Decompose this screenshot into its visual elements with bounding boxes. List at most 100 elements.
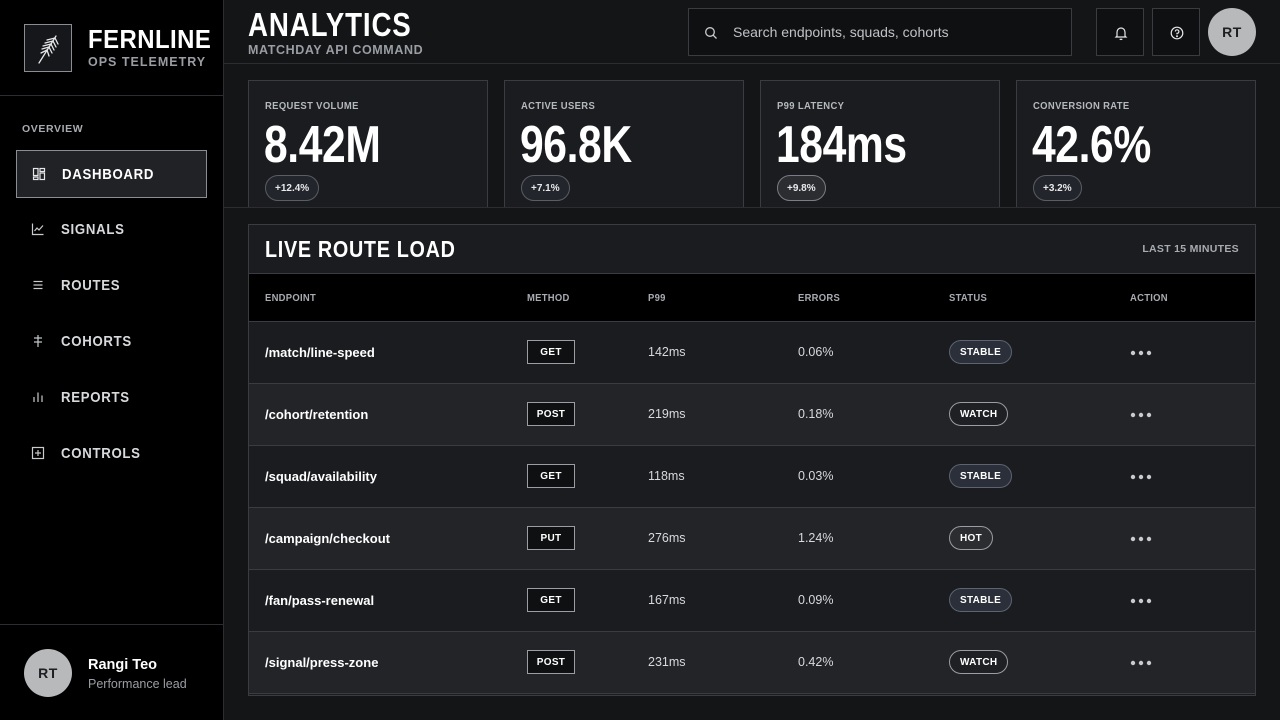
feather-icon[interactable] — [24, 24, 72, 72]
sidebar-item-controls[interactable]: CONTROLS — [16, 430, 207, 478]
more-actions-button[interactable] — [1129, 528, 1155, 550]
endpoint-cell: /campaign/checkout — [265, 531, 390, 546]
p99-cell: 231ms — [648, 655, 686, 669]
sidebar-item-cohorts[interactable]: COHORTS — [16, 318, 207, 366]
avatar[interactable]: RT — [1208, 8, 1256, 56]
page-subtitle: MATCHDAY API COMMAND — [248, 43, 424, 57]
status-badge: STABLE — [949, 340, 1013, 364]
sidebar-item-label: ROUTES — [61, 277, 121, 294]
user-name: Rangi Teo — [88, 657, 158, 673]
p99-cell: 118ms — [648, 469, 685, 483]
page-title: ANALYTICS — [248, 6, 412, 43]
brand-subtitle: OPS TELEMETRY — [88, 55, 207, 69]
more-actions-button[interactable] — [1129, 466, 1155, 488]
endpoint-cell: /match/line-speed — [265, 345, 375, 360]
errors-cell: 0.18% — [798, 407, 834, 421]
p99-cell: 219ms — [648, 407, 686, 421]
more-horizontal-icon — [1130, 536, 1152, 542]
sidebar-item-label: CONTROLS — [61, 445, 141, 462]
p99-cell: 142ms — [648, 345, 686, 359]
kpi-value: 42.6% — [1032, 116, 1151, 174]
kpi-change-badge: +3.2% — [1033, 175, 1082, 201]
endpoint-cell: /fan/pass-renewal — [265, 593, 375, 608]
errors-cell: 0.42% — [798, 655, 834, 669]
more-actions-button[interactable] — [1129, 342, 1155, 364]
kpi-label: P99 LATENCY — [777, 100, 845, 112]
column-header-endpoint[interactable]: ENDPOINT — [265, 292, 316, 304]
status-badge: STABLE — [949, 464, 1013, 488]
more-horizontal-icon — [1130, 660, 1152, 666]
search-box[interactable] — [688, 8, 1072, 56]
errors-cell: 0.03% — [798, 469, 834, 483]
table-row[interactable]: /cohort/retention POST 219ms 0.18% WATCH — [249, 384, 1255, 446]
nav-section-label: OVERVIEW — [22, 123, 84, 135]
sidebar-item-signals[interactable]: SIGNALS — [16, 206, 207, 254]
table-row[interactable]: /match/line-speed GET 142ms 0.06% STABLE — [249, 322, 1255, 384]
column-header-p99[interactable]: P99 — [648, 292, 666, 304]
user-role: Performance lead — [88, 677, 187, 691]
kpi-label: REQUEST VOLUME — [265, 100, 359, 112]
errors-cell: 0.06% — [798, 345, 834, 359]
kpi-card-active-users[interactable]: ACTIVE USERS 96.8K +7.1% — [504, 80, 744, 207]
column-header-status[interactable]: STATUS — [949, 292, 987, 304]
brand-name: FERNLINE — [88, 24, 212, 54]
bell-icon — [1114, 27, 1128, 41]
more-horizontal-icon — [1130, 350, 1152, 356]
sidebar-item-label: COHORTS — [61, 333, 132, 350]
sidebar: FERNLINE OPS TELEMETRY OVERVIEW DASHBOAR… — [0, 0, 224, 720]
p99-cell: 167ms — [648, 593, 686, 607]
p99-cell: 276ms — [648, 531, 686, 545]
kpi-change-badge: +7.1% — [521, 175, 570, 201]
kpi-change-badge: +12.4% — [265, 175, 320, 201]
sidebar-item-label: DASHBOARD — [62, 166, 155, 183]
sidebar-item-label: REPORTS — [61, 389, 130, 406]
sidebar-item-reports[interactable]: REPORTS — [16, 374, 207, 422]
more-actions-button[interactable] — [1129, 590, 1155, 612]
endpoint-cell: /signal/press-zone — [265, 655, 379, 670]
column-header-method[interactable]: METHOD — [527, 292, 570, 304]
topbar: ANALYTICS MATCHDAY API COMMAND RT — [224, 0, 1280, 64]
sidebar-item-routes[interactable]: ROUTES — [16, 262, 207, 310]
kpi-strip: REQUEST VOLUME 8.42M +12.4% ACTIVE USERS… — [224, 64, 1280, 208]
kpi-value: 96.8K — [520, 116, 632, 174]
kpi-card-conversion-rate[interactable]: CONVERSION RATE 42.6% +3.2% — [1016, 80, 1256, 207]
more-actions-button[interactable] — [1129, 404, 1155, 426]
list-icon — [33, 280, 43, 290]
status-badge: WATCH — [949, 402, 1009, 426]
more-actions-button[interactable] — [1129, 652, 1155, 674]
kpi-value: 184ms — [776, 116, 907, 174]
sidebar-item-label: SIGNALS — [61, 221, 125, 238]
user-profile[interactable]: RT Rangi Teo Performance lead — [0, 624, 223, 720]
help-icon — [1170, 26, 1184, 40]
notifications-button[interactable] — [1096, 8, 1144, 56]
route-load-panel: LIVE ROUTE LOAD LAST 15 MINUTES ENDPOINT… — [248, 224, 1256, 696]
table-row[interactable]: /signal/press-zone POST 231ms 0.42% WATC… — [249, 632, 1255, 694]
endpoint-cell: /squad/availability — [265, 469, 377, 484]
table-row[interactable]: /campaign/checkout PUT 276ms 1.24% HOT — [249, 508, 1255, 570]
search-input[interactable] — [733, 9, 1063, 55]
kpi-label: ACTIVE USERS — [521, 100, 596, 112]
table-row[interactable]: /squad/availability GET 118ms 0.03% STAB… — [249, 446, 1255, 508]
table-header: ENDPOINT METHOD P99 ERRORS STATUS ACTION — [249, 273, 1255, 322]
kpi-card-request-volume[interactable]: REQUEST VOLUME 8.42M +12.4% — [248, 80, 488, 207]
sidebar-item-dashboard[interactable]: DASHBOARD — [16, 150, 207, 198]
kpi-change-badge: +9.8% — [777, 175, 826, 201]
table-row[interactable]: /fan/pass-renewal GET 167ms 0.09% STABLE — [249, 570, 1255, 632]
kpi-card-p99-latency[interactable]: P99 LATENCY 184ms +9.8% — [760, 80, 1000, 207]
dashboard-icon — [32, 167, 46, 181]
time-range-label: LAST 15 MINUTES — [1142, 243, 1239, 255]
method-badge: POST — [527, 650, 575, 674]
column-header-action: ACTION — [1130, 292, 1168, 304]
method-badge: POST — [527, 402, 575, 426]
help-button[interactable] — [1152, 8, 1200, 56]
more-horizontal-icon — [1130, 412, 1152, 418]
status-badge: STABLE — [949, 588, 1013, 612]
split-icon — [34, 335, 42, 347]
brand: FERNLINE OPS TELEMETRY — [0, 0, 223, 96]
kpi-label: CONVERSION RATE — [1033, 100, 1130, 112]
errors-cell: 0.09% — [798, 593, 834, 607]
bar-chart-icon — [33, 392, 43, 402]
endpoint-cell: /cohort/retention — [265, 407, 369, 422]
column-header-errors[interactable]: ERRORS — [798, 292, 840, 304]
search-icon — [705, 27, 717, 39]
